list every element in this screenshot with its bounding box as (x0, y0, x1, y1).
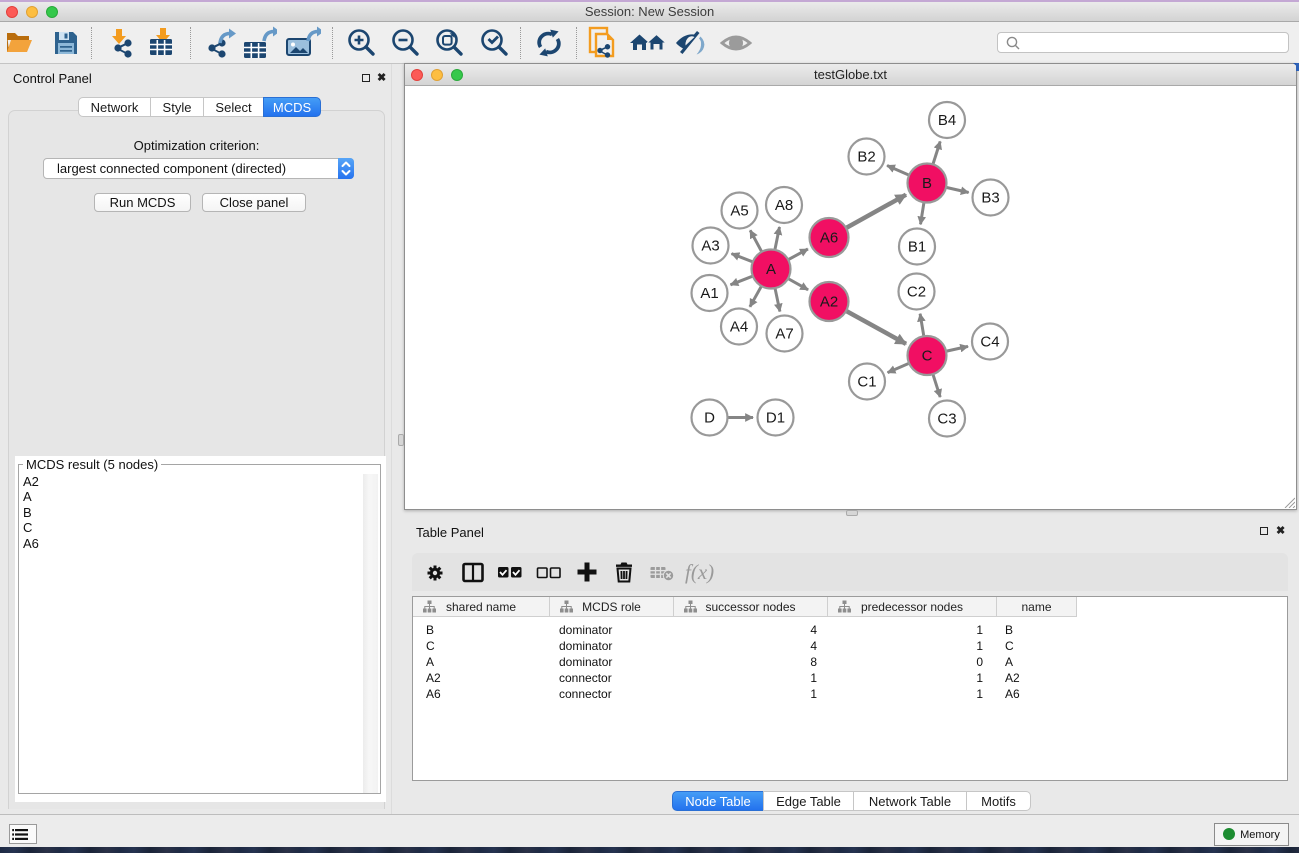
svg-text:A: A (766, 261, 776, 278)
svg-text:B2: B2 (857, 149, 875, 166)
svg-text:A2: A2 (820, 294, 838, 311)
svg-text:A6: A6 (820, 230, 838, 247)
svg-text:A7: A7 (775, 326, 793, 343)
svg-text:B1: B1 (908, 239, 926, 256)
svg-text:B3: B3 (981, 190, 999, 207)
svg-text:C4: C4 (980, 334, 999, 351)
svg-text:A8: A8 (775, 197, 793, 214)
svg-text:C3: C3 (937, 411, 956, 428)
svg-text:A5: A5 (730, 203, 748, 220)
svg-text:B: B (922, 175, 932, 192)
svg-text:D: D (704, 410, 715, 427)
svg-text:A3: A3 (701, 238, 719, 255)
svg-text:B4: B4 (938, 112, 956, 129)
svg-text:C2: C2 (907, 284, 926, 301)
svg-text:A4: A4 (730, 319, 748, 336)
svg-text:C1: C1 (857, 374, 876, 391)
svg-text:D1: D1 (766, 410, 785, 427)
svg-text:C: C (922, 348, 933, 365)
svg-text:A1: A1 (700, 285, 718, 302)
